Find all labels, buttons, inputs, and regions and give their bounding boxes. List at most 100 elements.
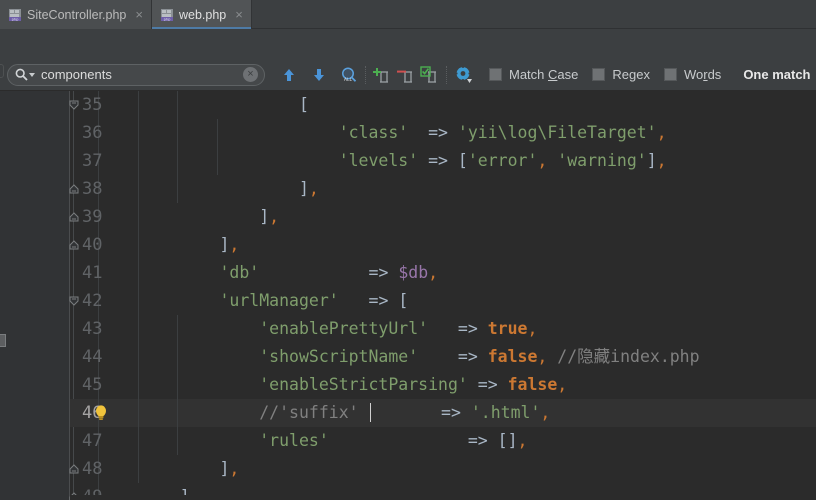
code-line-text: [ [140, 91, 309, 119]
code-token: $db [398, 263, 429, 282]
svg-text:php: php [12, 17, 20, 21]
code-line-text: 'enableStrictParsing' => false, [140, 371, 567, 399]
editor-tab-web[interactable]: php web.php × [151, 0, 252, 29]
fold-expand-up-icon[interactable] [67, 455, 81, 483]
editor-tab-sitecontroller[interactable]: php SiteController.php × [0, 0, 152, 29]
clear-search-icon[interactable]: × [243, 67, 258, 82]
fold-expand-up-icon[interactable] [67, 175, 81, 203]
code-line[interactable]: 46 //'suffix' => '.html', [70, 399, 816, 427]
phpstorm-window: php SiteController.php × php web.php × c… [0, 0, 816, 500]
remove-occurrence-button[interactable] [394, 63, 418, 87]
code-lines-container[interactable]: 35 [36 'class' => 'yii\log\FileTarget', 3… [67, 91, 816, 500]
code-token: ] [219, 235, 230, 254]
regex-label: Regex [612, 67, 650, 82]
code-token: 'levels' [338, 151, 419, 170]
toolbar-separator [365, 65, 366, 84]
code-line[interactable]: 48 ], [67, 455, 816, 483]
code-line[interactable]: 35 [ [67, 91, 816, 119]
code-token: '.html' [470, 403, 541, 422]
code-line[interactable]: 41 'db' => $db, [70, 259, 816, 287]
words-checkbox[interactable] [663, 68, 677, 81]
svg-text:ALL: ALL [344, 77, 353, 83]
code-line-text: 'levels' => ['error', 'warning'], [140, 147, 667, 175]
fold-collapse-down-icon[interactable] [67, 91, 81, 119]
code-token: => [368, 263, 389, 282]
php-file-icon: php [160, 8, 174, 22]
code-token: , [428, 263, 439, 282]
code-token: , [269, 207, 280, 226]
editor-bottom-strip [70, 495, 816, 500]
indent-guide [137, 427, 139, 455]
chevron-down-icon[interactable] [29, 72, 35, 77]
code-token: => [457, 347, 478, 366]
line-number: 45 [82, 375, 103, 395]
code-line[interactable]: 37 'levels' => ['error', 'warning'], [70, 147, 816, 175]
code-line-text: 'rules' => [], [140, 427, 527, 455]
indent-guide [137, 315, 139, 343]
code-line[interactable]: 43 'enablePrettyUrl' => true, [70, 315, 816, 343]
code-line[interactable]: 45 'enableStrictParsing' => false, [70, 371, 816, 399]
code-token: , [527, 319, 538, 338]
fold-collapse-down-icon[interactable] [67, 287, 81, 315]
find-next-button[interactable] [307, 63, 331, 87]
code-token: => [467, 431, 488, 450]
indent-guide [137, 287, 139, 315]
close-icon[interactable]: × [234, 8, 244, 21]
code-line[interactable]: 42 'urlManager' => [ [67, 287, 816, 315]
code-token: , [540, 403, 551, 422]
regex-option[interactable]: Regex [592, 67, 650, 82]
search-input[interactable] [41, 67, 243, 82]
code-editor[interactable]: 35 [36 'class' => 'yii\log\FileTarget', 3… [0, 91, 816, 500]
fold-expand-up-icon[interactable] [67, 203, 81, 231]
indent-guide [137, 455, 139, 483]
match-case-checkbox[interactable] [489, 68, 502, 81]
code-token: false [507, 375, 558, 394]
line-number: 44 [82, 347, 103, 367]
code-line[interactable]: 47 'rules' => [], [70, 427, 816, 455]
code-line[interactable]: 40 ], [67, 231, 816, 259]
code-token: => [457, 319, 478, 338]
close-icon[interactable]: × [134, 8, 144, 21]
indent-guide [137, 175, 139, 203]
match-count-status: One match [743, 67, 811, 82]
code-token: 'error' [467, 151, 538, 170]
code-token: => [368, 291, 389, 310]
line-number: 37 [82, 151, 103, 171]
gear-icon[interactable] [451, 63, 475, 87]
find-all-button[interactable]: ALL [337, 63, 361, 87]
intention-bulb-icon[interactable] [92, 399, 110, 427]
find-previous-button[interactable] [277, 63, 301, 87]
code-token: [ [298, 95, 309, 114]
regex-checkbox[interactable] [592, 68, 606, 81]
add-occurrence-button[interactable] [370, 63, 394, 87]
code-line[interactable]: 44 'showScriptName' => false, //隐藏index.… [70, 343, 816, 371]
code-token: , [656, 151, 667, 170]
editor-gutter[interactable] [0, 91, 70, 500]
line-number: 47 [82, 431, 103, 451]
editor-tab-bar: php SiteController.php × php web.php × [0, 0, 816, 29]
search-field[interactable]: × [7, 63, 265, 86]
code-line-text: 'enablePrettyUrl' => true, [140, 315, 537, 343]
indent-guide [137, 371, 139, 399]
match-case-option[interactable]: Match Case [489, 67, 578, 82]
code-line[interactable]: 36 'class' => 'yii\log\FileTarget', [70, 119, 816, 147]
select-all-occurrences-button[interactable] [418, 63, 442, 87]
words-option[interactable]: Words [663, 67, 721, 82]
fold-expand-up-icon[interactable] [67, 231, 81, 259]
code-line[interactable]: 39 ], [67, 203, 816, 231]
bookmark-marker-icon[interactable] [0, 334, 6, 347]
magnifier-icon [15, 68, 28, 81]
code-line[interactable]: 38 ], [67, 175, 816, 203]
